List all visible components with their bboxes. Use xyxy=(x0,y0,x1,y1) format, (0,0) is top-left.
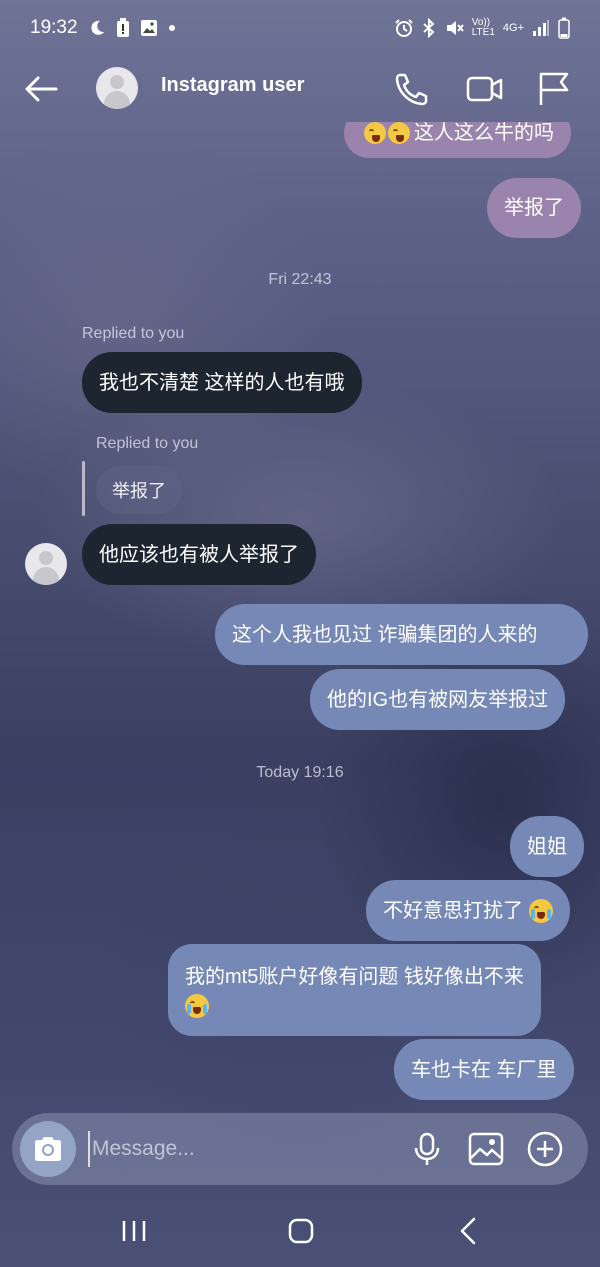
gallery-icon xyxy=(140,19,158,37)
alarm-icon xyxy=(394,18,414,38)
mute-icon xyxy=(444,18,464,38)
grin-emoji-icon xyxy=(364,122,386,144)
message-bubble-outgoing[interactable]: 我的mt5账户好像有问题 钱好像出不来 xyxy=(168,944,541,1036)
bluetooth-icon xyxy=(422,18,436,38)
camera-button[interactable] xyxy=(20,1121,76,1177)
grin-emoji-icon xyxy=(388,122,410,144)
image-icon[interactable] xyxy=(467,1130,505,1168)
back-arrow-icon[interactable] xyxy=(22,70,60,108)
quoted-message[interactable]: 举报了 xyxy=(96,466,182,514)
camera-icon xyxy=(35,1137,61,1161)
timestamp: Today 19:16 xyxy=(256,764,344,781)
battery-alert-icon xyxy=(116,18,130,38)
message-text: 他应该也有被人举报了 xyxy=(99,543,299,566)
message-text: 他的IG也有被网友举报过 xyxy=(327,688,549,711)
status-time: 19:32 xyxy=(30,17,78,38)
replied-label: Replied to you xyxy=(96,435,199,452)
microphone-icon[interactable] xyxy=(408,1130,446,1168)
message-bubble-outgoing[interactable]: 举报了 xyxy=(487,178,581,238)
replied-label: Replied to you xyxy=(82,325,185,342)
sender-avatar[interactable] xyxy=(25,543,67,585)
flag-icon[interactable] xyxy=(535,70,573,108)
message-bubble-outgoing[interactable]: 他的IG也有被网友举报过 xyxy=(310,669,566,730)
phone-icon[interactable] xyxy=(392,70,430,108)
timestamp: Fri 22:43 xyxy=(268,271,332,288)
recent-apps-icon[interactable] xyxy=(114,1213,154,1249)
message-bubble-incoming[interactable]: 他应该也有被人举报了 xyxy=(82,524,316,585)
system-nav-bar xyxy=(0,1195,600,1267)
message-input[interactable] xyxy=(88,1131,388,1167)
moon-icon xyxy=(88,19,106,37)
message-composer xyxy=(12,1113,588,1185)
quote-bar xyxy=(82,461,85,516)
message-text: 我也不清楚 这样的人也有哦 xyxy=(99,371,345,394)
message-bubble-outgoing[interactable]: 这个人我也见过 诈骗集团的人来的 xyxy=(215,604,588,665)
quoted-text: 举报了 xyxy=(112,481,166,501)
message-text: 这个人我也见过 诈骗集团的人来的 xyxy=(232,623,538,646)
back-icon[interactable] xyxy=(448,1213,488,1249)
message-text: 姐姐 xyxy=(527,835,567,858)
battery-icon xyxy=(558,17,570,39)
chat-header: Instagram user xyxy=(0,56,600,120)
dot-icon xyxy=(168,24,176,32)
message-text: 车也卡在 车厂里 xyxy=(411,1058,557,1081)
message-bubble-outgoing[interactable]: 姐姐 xyxy=(510,816,584,877)
status-bar: 19:32 Vo)) LTE1 4G+ xyxy=(0,0,600,56)
message-text: 我的mt5账户好像有问题 钱好像出不来 xyxy=(185,966,524,988)
message-bubble-outgoing[interactable]: 不好意思打扰了 xyxy=(366,880,570,941)
video-call-icon[interactable] xyxy=(465,70,503,108)
message-text: 这人这么牛的吗 xyxy=(414,122,554,144)
message-text: 不好意思打扰了 xyxy=(383,899,523,922)
crying-emoji-icon xyxy=(185,994,209,1018)
lte-label: LTE1 xyxy=(471,27,495,38)
network-type-label: 4G+ xyxy=(502,22,524,34)
avatar[interactable] xyxy=(96,67,138,109)
message-text: 举报了 xyxy=(504,197,564,219)
message-bubble-outgoing[interactable]: 车也卡在 车厂里 xyxy=(394,1039,574,1100)
add-icon[interactable] xyxy=(526,1130,564,1168)
home-icon[interactable] xyxy=(281,1213,321,1249)
message-bubble-incoming[interactable]: 我也不清楚 这样的人也有哦 xyxy=(82,352,362,413)
signal-icon xyxy=(532,19,550,37)
contact-name[interactable]: Instagram user xyxy=(161,74,304,97)
crying-emoji-icon xyxy=(529,898,553,923)
